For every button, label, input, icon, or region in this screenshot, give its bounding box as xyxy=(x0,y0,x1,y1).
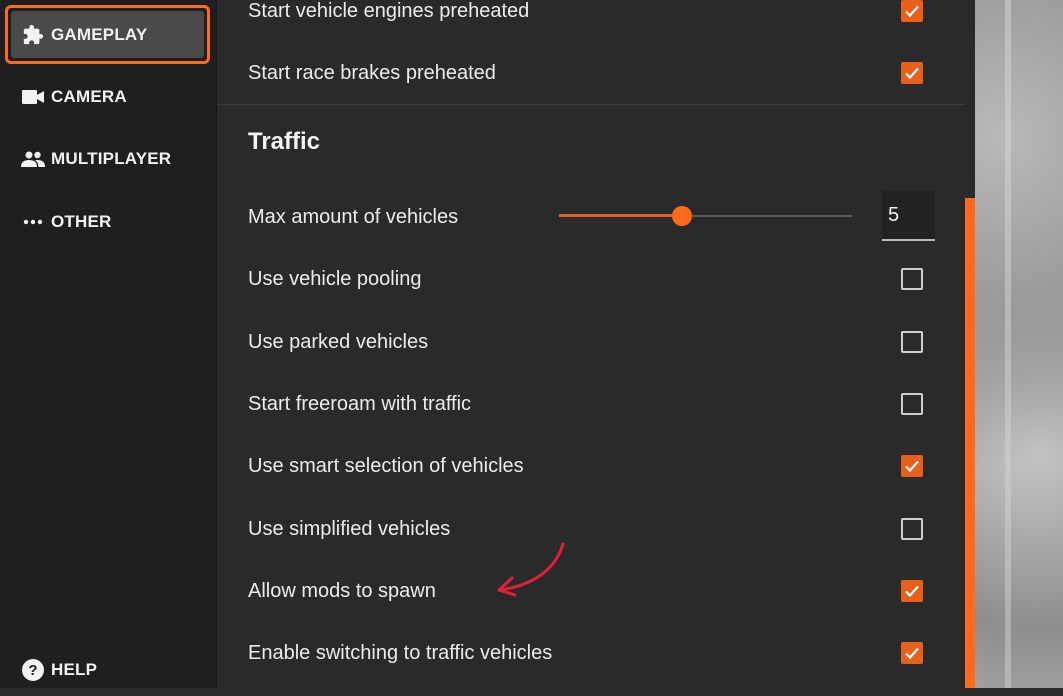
setting-row: Use parked vehicles xyxy=(248,322,938,362)
more-dots-icon xyxy=(20,211,46,233)
setting-row: Start freeroam with traffic xyxy=(248,384,938,424)
setting-label: Start race brakes preheated xyxy=(248,61,496,84)
setting-row: Enable switching to traffic vehicles xyxy=(248,633,938,673)
nav-other-label: OTHER xyxy=(51,212,112,231)
max-vehicles-input[interactable]: 5 xyxy=(882,191,935,241)
svg-text:?: ? xyxy=(28,662,37,679)
setting-row: Max amount of vehicles xyxy=(248,197,938,237)
setting-row: Start race brakes preheated xyxy=(248,53,938,93)
nav-help-label: HELP xyxy=(51,660,98,679)
setting-label: Use parked vehicles xyxy=(248,330,429,353)
setting-label: Use simplified vehicles xyxy=(248,517,451,540)
setting-label: Enable switching to traffic vehicles xyxy=(248,641,553,664)
setting-row: Start vehicle engines preheated xyxy=(248,0,938,31)
background-road-image xyxy=(975,0,1063,688)
setting-label: Start vehicle engines preheated xyxy=(248,0,530,22)
help-icon: ? xyxy=(20,659,46,681)
simplified-vehicles-checkbox[interactable] xyxy=(901,518,923,540)
brakes-preheated-checkbox[interactable] xyxy=(901,62,923,84)
max-vehicles-slider-thumb[interactable] xyxy=(672,206,693,226)
setting-row: Use vehicle pooling xyxy=(248,259,938,299)
nav-camera[interactable]: CAMERA xyxy=(8,71,206,123)
section-divider xyxy=(217,104,965,105)
settings-panel: Start vehicle engines preheated Start ra… xyxy=(217,0,975,688)
section-title: Traffic xyxy=(248,128,321,155)
sidebar: GAMEPLAY CAMERA MULTIPLAYER OTHER ? HELP xyxy=(0,0,217,688)
smart-selection-checkbox[interactable] xyxy=(901,455,923,477)
setting-label: Allow mods to spawn xyxy=(248,579,436,602)
vehicle-pooling-checkbox[interactable] xyxy=(901,268,923,290)
setting-label: Use smart selection of vehicles xyxy=(248,454,524,477)
nav-gameplay-label: GAMEPLAY xyxy=(51,24,148,44)
setting-label: Max amount of vehicles xyxy=(248,205,459,228)
max-vehicles-slider-fill xyxy=(559,214,683,217)
setting-label: Use vehicle pooling xyxy=(248,267,422,290)
camera-icon xyxy=(20,86,46,108)
nav-gameplay[interactable]: GAMEPLAY xyxy=(5,5,210,64)
nav-help[interactable]: ? HELP xyxy=(8,644,206,696)
scrollbar-thumb[interactable] xyxy=(965,198,975,688)
nav-multiplayer-label: MULTIPLAYER xyxy=(51,149,172,168)
nav-camera-label: CAMERA xyxy=(51,87,127,106)
setting-row: Use smart selection of vehicles xyxy=(248,446,938,486)
freeroam-traffic-checkbox[interactable] xyxy=(901,393,923,415)
puzzle-icon xyxy=(20,24,46,46)
engines-preheated-checkbox[interactable] xyxy=(901,0,923,22)
switch-traffic-checkbox[interactable] xyxy=(901,642,923,664)
nav-multiplayer[interactable]: MULTIPLAYER xyxy=(8,133,206,185)
annotation-arrow-icon xyxy=(497,542,565,597)
nav-other[interactable]: OTHER xyxy=(8,196,206,248)
setting-row: Allow mods to spawn xyxy=(248,571,938,611)
people-icon xyxy=(20,148,46,170)
parked-vehicles-checkbox[interactable] xyxy=(901,331,923,353)
allow-mods-spawn-checkbox[interactable] xyxy=(901,580,923,602)
setting-label: Start freeroam with traffic xyxy=(248,392,472,415)
setting-row: Use simplified vehicles xyxy=(248,509,938,549)
